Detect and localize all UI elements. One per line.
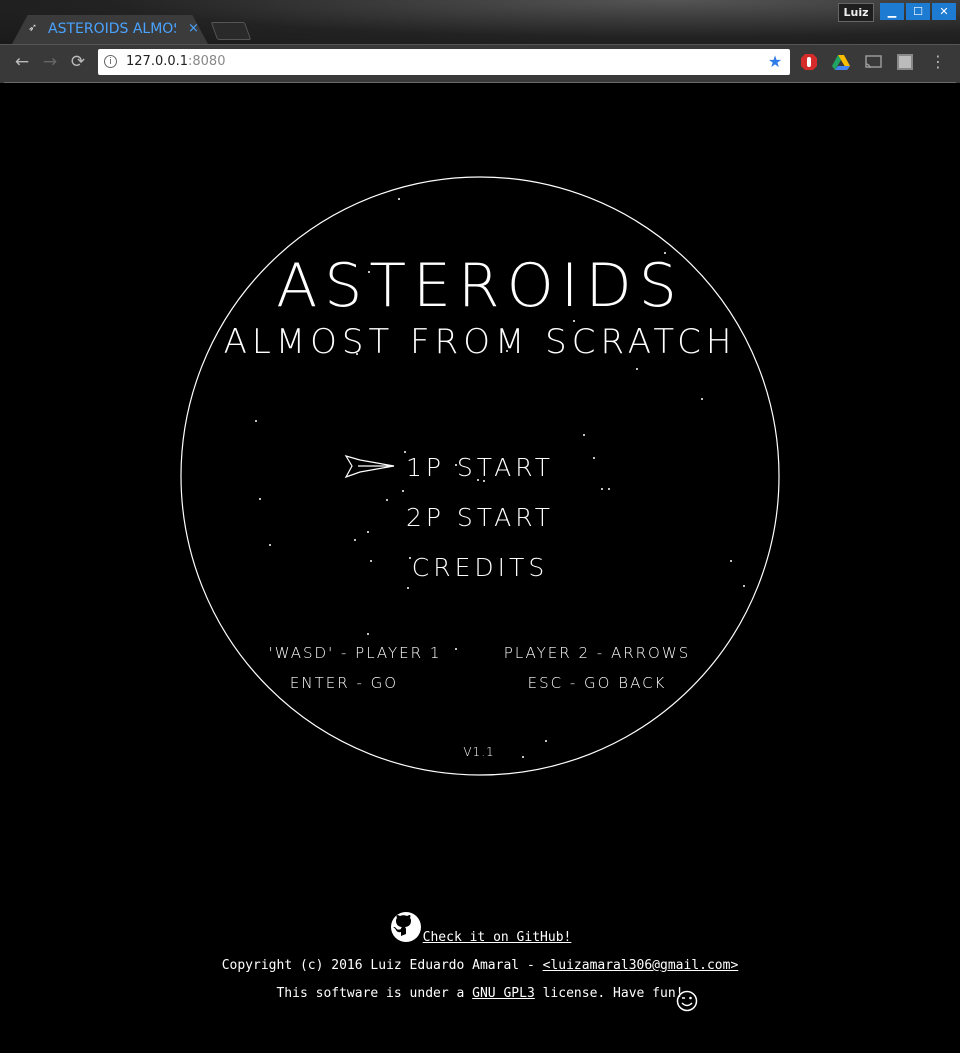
controls-player1: 'WASD' - PLAYER 1 <box>269 644 442 662</box>
game-title: ASTEROIDS <box>276 251 684 321</box>
license-prefix: This software is under a <box>276 986 473 1001</box>
controls-enter: ENTER - GO <box>290 674 398 692</box>
menu-1p-start[interactable]: 1P START <box>406 453 554 482</box>
controls-player2: PLAYER 2 - ARROWS <box>504 644 690 662</box>
wink-icon <box>676 990 698 1012</box>
game-subtitle: ALMOST FROM SCRATCH <box>224 322 737 362</box>
copyright-text: Copyright (c) 2016 Luiz Eduardo Amaral - <box>221 958 543 973</box>
game-canvas[interactable]: ASTEROIDS ALMOST FROM SCRATCH 1P START 2… <box>0 0 960 1053</box>
controls-esc: ESC - GO BACK <box>528 674 667 692</box>
github-link[interactable]: Check it on GitHub! <box>423 930 572 945</box>
license-suffix: license. Have fun! <box>534 986 684 1001</box>
license-link[interactable]: GNU GPL3 <box>472 986 535 1001</box>
menu-2p-start[interactable]: 2P START <box>406 503 554 532</box>
email-link[interactable]: <luizamaral306@gmail.com> <box>543 958 739 973</box>
version-label: V1.1 <box>463 745 494 759</box>
menu-credits[interactable]: CREDITS <box>412 553 548 582</box>
ship-cursor-icon <box>344 455 395 479</box>
